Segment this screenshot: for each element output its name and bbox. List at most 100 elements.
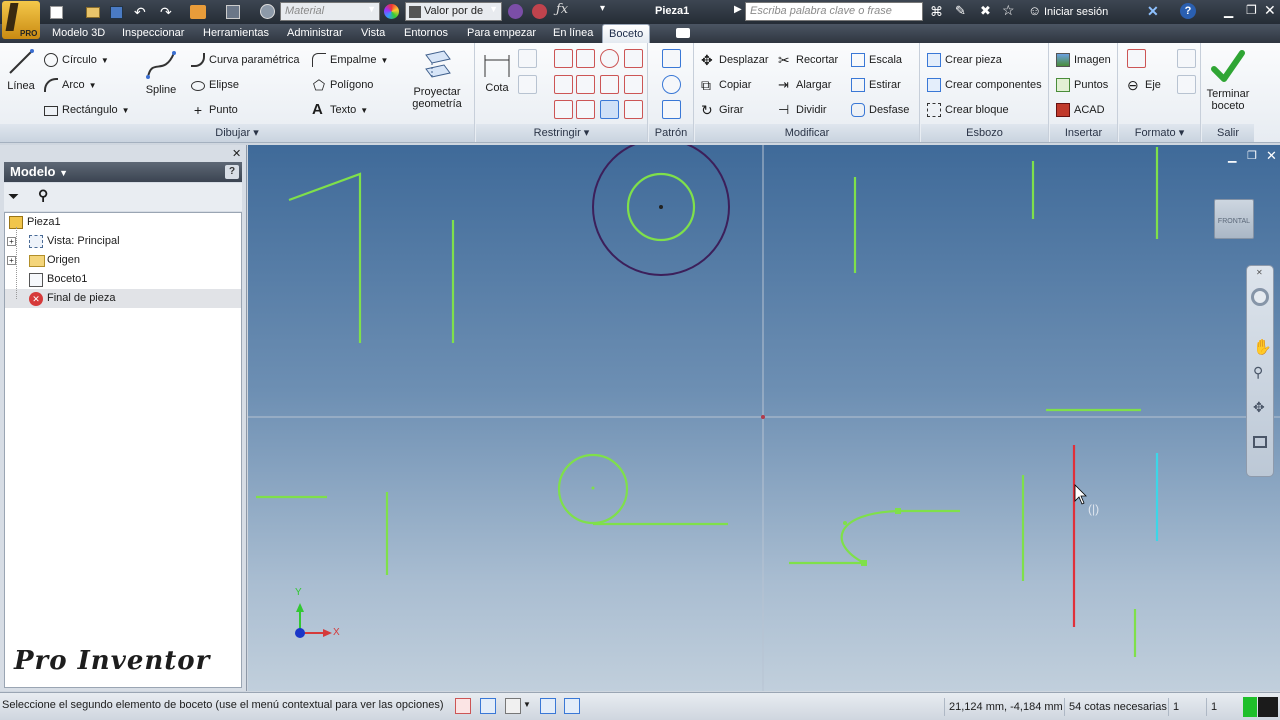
- material-dropdown[interactable]: Material ▼: [280, 2, 380, 21]
- status-icon-3d[interactable]: [540, 698, 556, 714]
- smooth-icon[interactable]: [554, 100, 573, 119]
- new-icon[interactable]: [50, 6, 63, 19]
- help-icon[interactable]: ?: [1180, 3, 1196, 19]
- exchange-icon[interactable]: ✕: [1147, 3, 1159, 20]
- select-mode-icon[interactable]: [190, 5, 206, 19]
- navbar-close-icon[interactable]: ✕: [1256, 268, 1263, 277]
- sketch-canvas[interactable]: (|): [248, 145, 1280, 691]
- spline-button[interactable]: Spline: [143, 47, 179, 96]
- recortar-button[interactable]: ✂ Recortar: [778, 51, 838, 69]
- symmetric-icon[interactable]: [600, 100, 619, 119]
- browser-header[interactable]: Modelo ▼ ?: [4, 162, 242, 182]
- tab-modelo-3d[interactable]: Modelo 3D: [46, 24, 111, 43]
- status-dropdown-icon[interactable]: ▼: [523, 700, 531, 709]
- binoculars-icon[interactable]: ⌘: [930, 4, 943, 20]
- crear-pieza-button[interactable]: Crear pieza: [927, 51, 1002, 69]
- globe-icon[interactable]: [260, 4, 275, 19]
- graphics-window[interactable]: (|) Y X ▁ ❐ ✕ FRONTAL ✕ ✋ ⚲ ✥ Pro Invent…: [248, 145, 1280, 691]
- crear-componentes-button[interactable]: Crear componentes: [927, 76, 1042, 94]
- desfase-button[interactable]: Desfase: [851, 101, 909, 119]
- status-icon-constraint[interactable]: [480, 698, 496, 714]
- look-at-icon[interactable]: [1253, 436, 1267, 448]
- open-icon[interactable]: [86, 7, 100, 18]
- coincident-icon[interactable]: [576, 75, 595, 94]
- center-point-icon[interactable]: [1177, 49, 1196, 68]
- show-constraints-icon[interactable]: [518, 75, 537, 94]
- tab-administrar[interactable]: Administrar: [281, 24, 349, 43]
- browser-help-icon[interactable]: ?: [225, 165, 239, 179]
- user-icon[interactable]: ☺: [1028, 3, 1041, 18]
- equal-icon[interactable]: [624, 100, 643, 119]
- panel-title-restringir[interactable]: Restringir ▾: [476, 124, 647, 142]
- arco-button[interactable]: Arco ▼: [44, 76, 97, 94]
- parallel-icon[interactable]: [554, 75, 573, 94]
- tree-node-origen[interactable]: + Origen: [5, 251, 241, 270]
- save-icon[interactable]: [110, 6, 123, 19]
- construction-icon[interactable]: [1127, 49, 1146, 68]
- desplazar-button[interactable]: ✥ Desplazar: [701, 51, 769, 69]
- viewport-restore-icon[interactable]: ❐: [1247, 149, 1257, 162]
- binoculars-find-icon[interactable]: ⚲: [38, 187, 48, 204]
- steering-wheel-icon[interactable]: [1251, 288, 1269, 306]
- tab-boceto[interactable]: Boceto: [602, 24, 651, 43]
- status-icon-snap[interactable]: [564, 698, 580, 714]
- tab-en-linea[interactable]: En línea: [547, 24, 599, 43]
- tree-node-vista-principal[interactable]: + Vista: Principal: [5, 232, 241, 251]
- curva-parametrica-button[interactable]: Curva paramétrica: [191, 51, 299, 69]
- orbit-icon[interactable]: ✥: [1253, 399, 1265, 416]
- alargar-button[interactable]: ⇥ Alargar: [778, 76, 831, 94]
- concentric-icon[interactable]: [600, 49, 619, 68]
- tab-vista[interactable]: Vista: [355, 24, 391, 43]
- linea-button[interactable]: Línea: [4, 47, 38, 92]
- viewport-minimize-icon[interactable]: ▁: [1228, 150, 1236, 163]
- expand-plus-icon[interactable]: +: [7, 256, 16, 265]
- tree-node-pieza1[interactable]: Pieza1: [5, 213, 241, 232]
- copiar-button[interactable]: ⧉ Copiar: [701, 76, 751, 94]
- viewcube[interactable]: FRONTAL: [1214, 199, 1254, 239]
- tree-node-boceto1[interactable]: Boceto1: [5, 270, 241, 289]
- escala-button[interactable]: Escala: [851, 51, 902, 69]
- close-x-icon[interactable]: ✖: [980, 3, 991, 19]
- texto-button[interactable]: A Texto ▼: [312, 101, 368, 119]
- cota-button[interactable]: Cota: [480, 51, 514, 94]
- empalme-button[interactable]: Empalme ▼: [312, 51, 388, 69]
- rectangulo-button[interactable]: Rectángulo ▼: [44, 101, 130, 119]
- collinear-icon[interactable]: [600, 75, 619, 94]
- tree-node-final-de-pieza[interactable]: ✕ Final de pieza: [5, 289, 241, 308]
- app-logo-icon[interactable]: PRO: [2, 1, 40, 39]
- adjust-icon[interactable]: [508, 4, 523, 19]
- tab-inspeccionar[interactable]: Inspeccionar: [116, 24, 190, 43]
- redo-icon[interactable]: ↷: [160, 4, 172, 21]
- minimize-icon[interactable]: ▁: [1224, 4, 1233, 18]
- browser-close-icon[interactable]: ✕: [232, 147, 241, 160]
- acad-button[interactable]: ACAD: [1056, 101, 1105, 119]
- elipse-button[interactable]: Elipse: [191, 76, 239, 94]
- terminar-boceto-button[interactable]: Terminar boceto: [1204, 49, 1252, 112]
- viewport-close-icon[interactable]: ✕: [1266, 148, 1277, 164]
- crear-bloque-button[interactable]: Crear bloque: [927, 101, 1009, 119]
- rectangular-pattern-icon[interactable]: [662, 49, 681, 68]
- maximize-icon[interactable]: ❐: [1246, 3, 1257, 17]
- vertical-icon[interactable]: [624, 75, 643, 94]
- close-window-icon[interactable]: ✕: [1264, 2, 1276, 19]
- qat-more-icon[interactable]: ▾: [600, 3, 605, 14]
- girar-button[interactable]: ↻ Girar: [701, 101, 743, 119]
- poligono-button[interactable]: ⬠ Polígono: [312, 76, 374, 94]
- search-input[interactable]: Escriba palabra clave o frase: [745, 2, 923, 21]
- signin-label[interactable]: Iniciar sesión: [1044, 6, 1108, 18]
- circular-pattern-icon[interactable]: [662, 75, 681, 94]
- auto-dimension-icon[interactable]: [518, 49, 537, 68]
- undo-icon[interactable]: ↶: [134, 4, 146, 21]
- horizontal-icon[interactable]: [576, 100, 595, 119]
- circulo-button[interactable]: Círculo ▼: [44, 51, 109, 69]
- filter-icon[interactable]: ⏷: [8, 188, 19, 205]
- mirror-icon[interactable]: [662, 100, 681, 119]
- pan-icon[interactable]: ✋: [1253, 338, 1272, 356]
- imagen-button[interactable]: Imagen: [1056, 51, 1111, 69]
- tab-entornos[interactable]: Entornos: [398, 24, 454, 43]
- tab-herramientas[interactable]: Herramientas: [197, 24, 275, 43]
- ribbon-options-icon[interactable]: [676, 28, 690, 38]
- star-icon[interactable]: ☆: [1002, 2, 1015, 19]
- proyectar-geometria-button[interactable]: Proyectar geometría: [404, 47, 470, 110]
- driven-dimension-icon[interactable]: [1177, 75, 1196, 94]
